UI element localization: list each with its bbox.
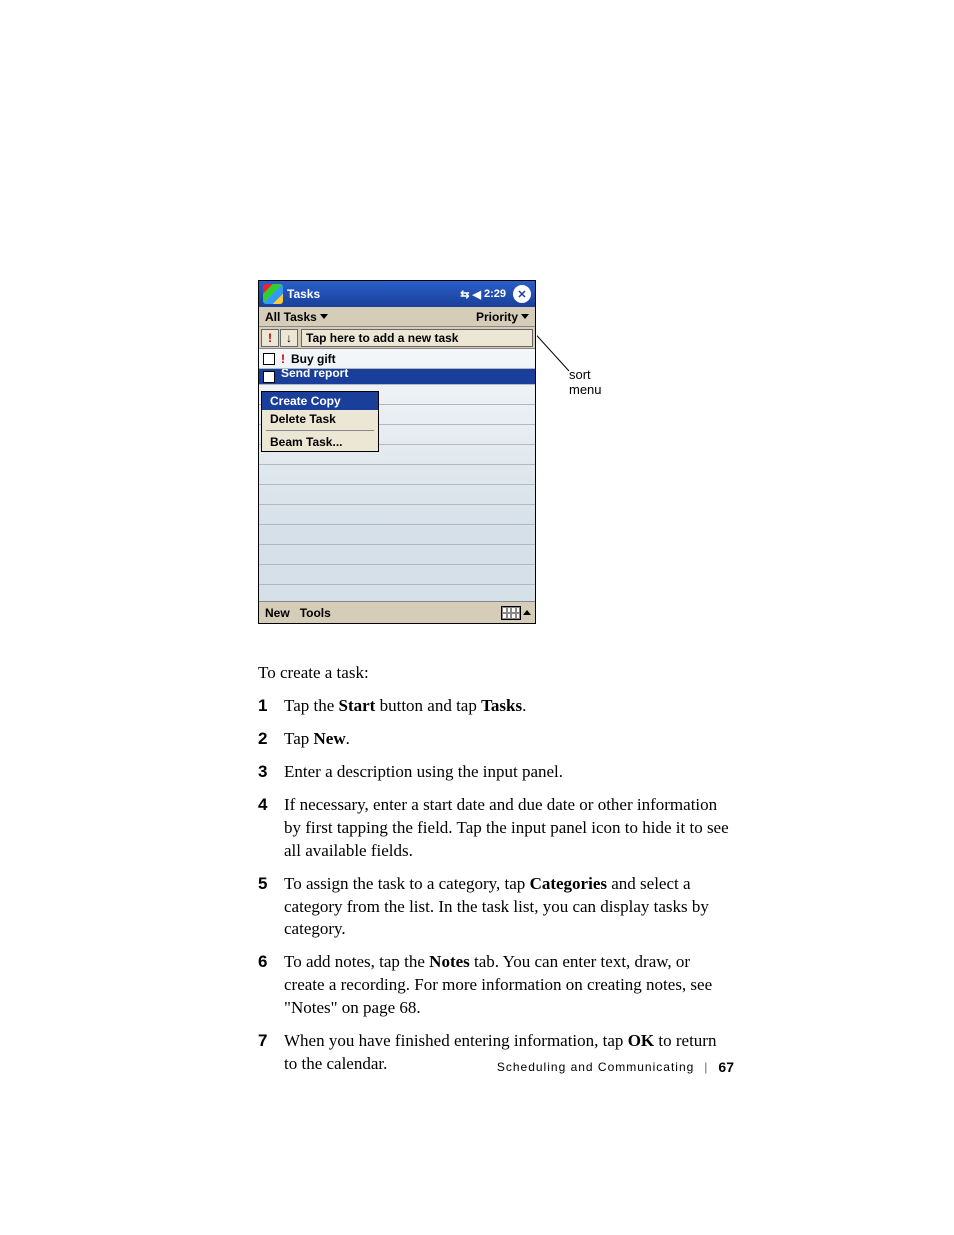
intro-text: To create a task: — [258, 662, 733, 685]
sort-label: Priority — [476, 310, 518, 324]
menu-delete-task[interactable]: Delete Task — [262, 410, 378, 428]
step-item: 1 Tap the Start button and tap Tasks. — [258, 695, 733, 718]
task-checkbox[interactable] — [263, 353, 275, 365]
new-button[interactable]: New — [265, 606, 290, 620]
add-task-placeholder: Tap here to add a new task — [306, 331, 458, 345]
task-checkbox[interactable] — [263, 371, 275, 383]
chevron-up-icon[interactable] — [523, 610, 531, 615]
task-row-selected[interactable]: Send report — [259, 369, 535, 385]
menu-separator — [266, 430, 374, 431]
footer-page-number: 67 — [718, 1059, 734, 1075]
pda-bottom-bar: New Tools — [259, 601, 535, 623]
app-title: Tasks — [287, 287, 460, 301]
filter-category-label: All Tasks — [265, 310, 317, 324]
menu-create-copy[interactable]: Create Copy — [262, 392, 378, 410]
step-item: 3 Enter a description using the input pa… — [258, 761, 733, 784]
chevron-down-icon — [320, 314, 328, 319]
filter-category-dropdown[interactable]: All Tasks — [265, 310, 328, 324]
priority-icon: ! — [281, 352, 285, 366]
speaker-icon: ◀ — [473, 288, 481, 301]
menu-beam-task[interactable]: Beam Task... — [262, 433, 378, 451]
body-text: To create a task: 1 Tap the Start button… — [258, 662, 733, 1076]
status-icons: ⇆ ◀ 2:29 ✕ — [460, 285, 531, 303]
close-icon[interactable]: ✕ — [513, 285, 531, 303]
task-list: ! Buy gift Send report — [259, 349, 535, 385]
pda-titlebar: Tasks ⇆ ◀ 2:29 ✕ — [259, 281, 535, 307]
priority-toggle-button[interactable]: ! — [261, 329, 279, 347]
step-item: 5 To assign the task to a category, tap … — [258, 873, 733, 942]
step-item: 6 To add notes, tap the Notes tab. You c… — [258, 951, 733, 1020]
pda-screenshot: Tasks ⇆ ◀ 2:29 ✕ All Tasks Priority ! — [258, 280, 536, 624]
sort-direction-button[interactable]: ↓ — [280, 329, 298, 347]
step-item: 2 Tap New. — [258, 728, 733, 751]
step-item: 4 If necessary, enter a start date and d… — [258, 794, 733, 863]
sort-menu-dropdown[interactable]: Priority — [476, 310, 529, 324]
task-row[interactable]: ! Buy gift — [259, 349, 535, 369]
page-footer: Scheduling and Communicating | 67 — [497, 1059, 734, 1075]
add-task-row: ! ↓ Tap here to add a new task — [259, 327, 535, 349]
filter-bar: All Tasks Priority — [259, 307, 535, 327]
steps-list: 1 Tap the Start button and tap Tasks. 2 … — [258, 695, 733, 1076]
task-label: Send report — [281, 369, 348, 380]
task-label: Buy gift — [291, 352, 336, 366]
connectivity-icon: ⇆ — [460, 288, 469, 301]
tools-button[interactable]: Tools — [300, 606, 331, 620]
clock-time: 2:29 — [484, 288, 506, 300]
keyboard-icon[interactable] — [501, 606, 521, 620]
footer-section: Scheduling and Communicating — [497, 1060, 694, 1074]
context-menu: Create Copy Delete Task Beam Task... — [261, 391, 379, 452]
footer-separator: | — [704, 1060, 708, 1074]
callout-label: sort menu — [569, 367, 602, 397]
chevron-down-icon — [521, 314, 529, 319]
start-icon[interactable] — [263, 284, 283, 304]
add-task-input[interactable]: Tap here to add a new task — [301, 329, 533, 347]
